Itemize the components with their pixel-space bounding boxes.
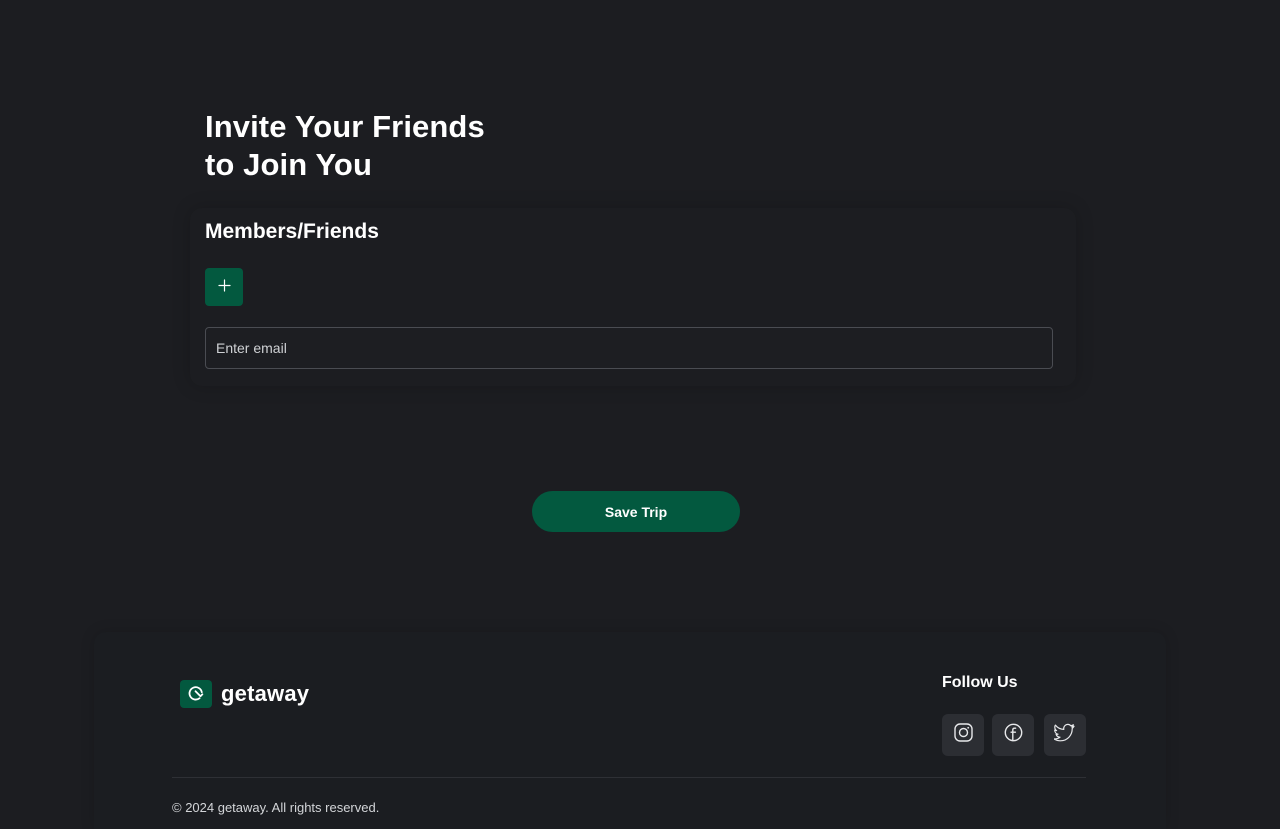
footer-logo[interactable]: getaway (180, 680, 309, 708)
instagram-icon (953, 722, 974, 748)
twitter-icon (1053, 723, 1076, 748)
getaway-logo-icon (180, 680, 212, 708)
facebook-icon (1003, 722, 1024, 748)
follow-us-title: Follow Us (942, 674, 1018, 691)
trip-invite-page: Invite Your Friends to Join You Members/… (0, 0, 1280, 829)
footer-divider (172, 777, 1086, 778)
email-input[interactable] (205, 327, 1053, 369)
add-member-button[interactable] (205, 268, 243, 306)
copyright-text: © 2024 getaway. All rights reserved. (172, 800, 380, 815)
page-title-line-2: to Join You (205, 147, 372, 182)
members-title: Members/Friends (205, 220, 379, 243)
twitter-button[interactable] (1044, 714, 1086, 756)
brand-name: getaway (221, 681, 310, 706)
instagram-button[interactable] (942, 714, 984, 756)
plus-icon (217, 279, 231, 295)
page-title-line-1: Invite Your Friends (205, 109, 485, 144)
facebook-button[interactable] (992, 714, 1034, 756)
page-title: Invite Your Friends to Join You (205, 108, 625, 184)
save-trip-button[interactable]: Save Trip (532, 491, 740, 532)
